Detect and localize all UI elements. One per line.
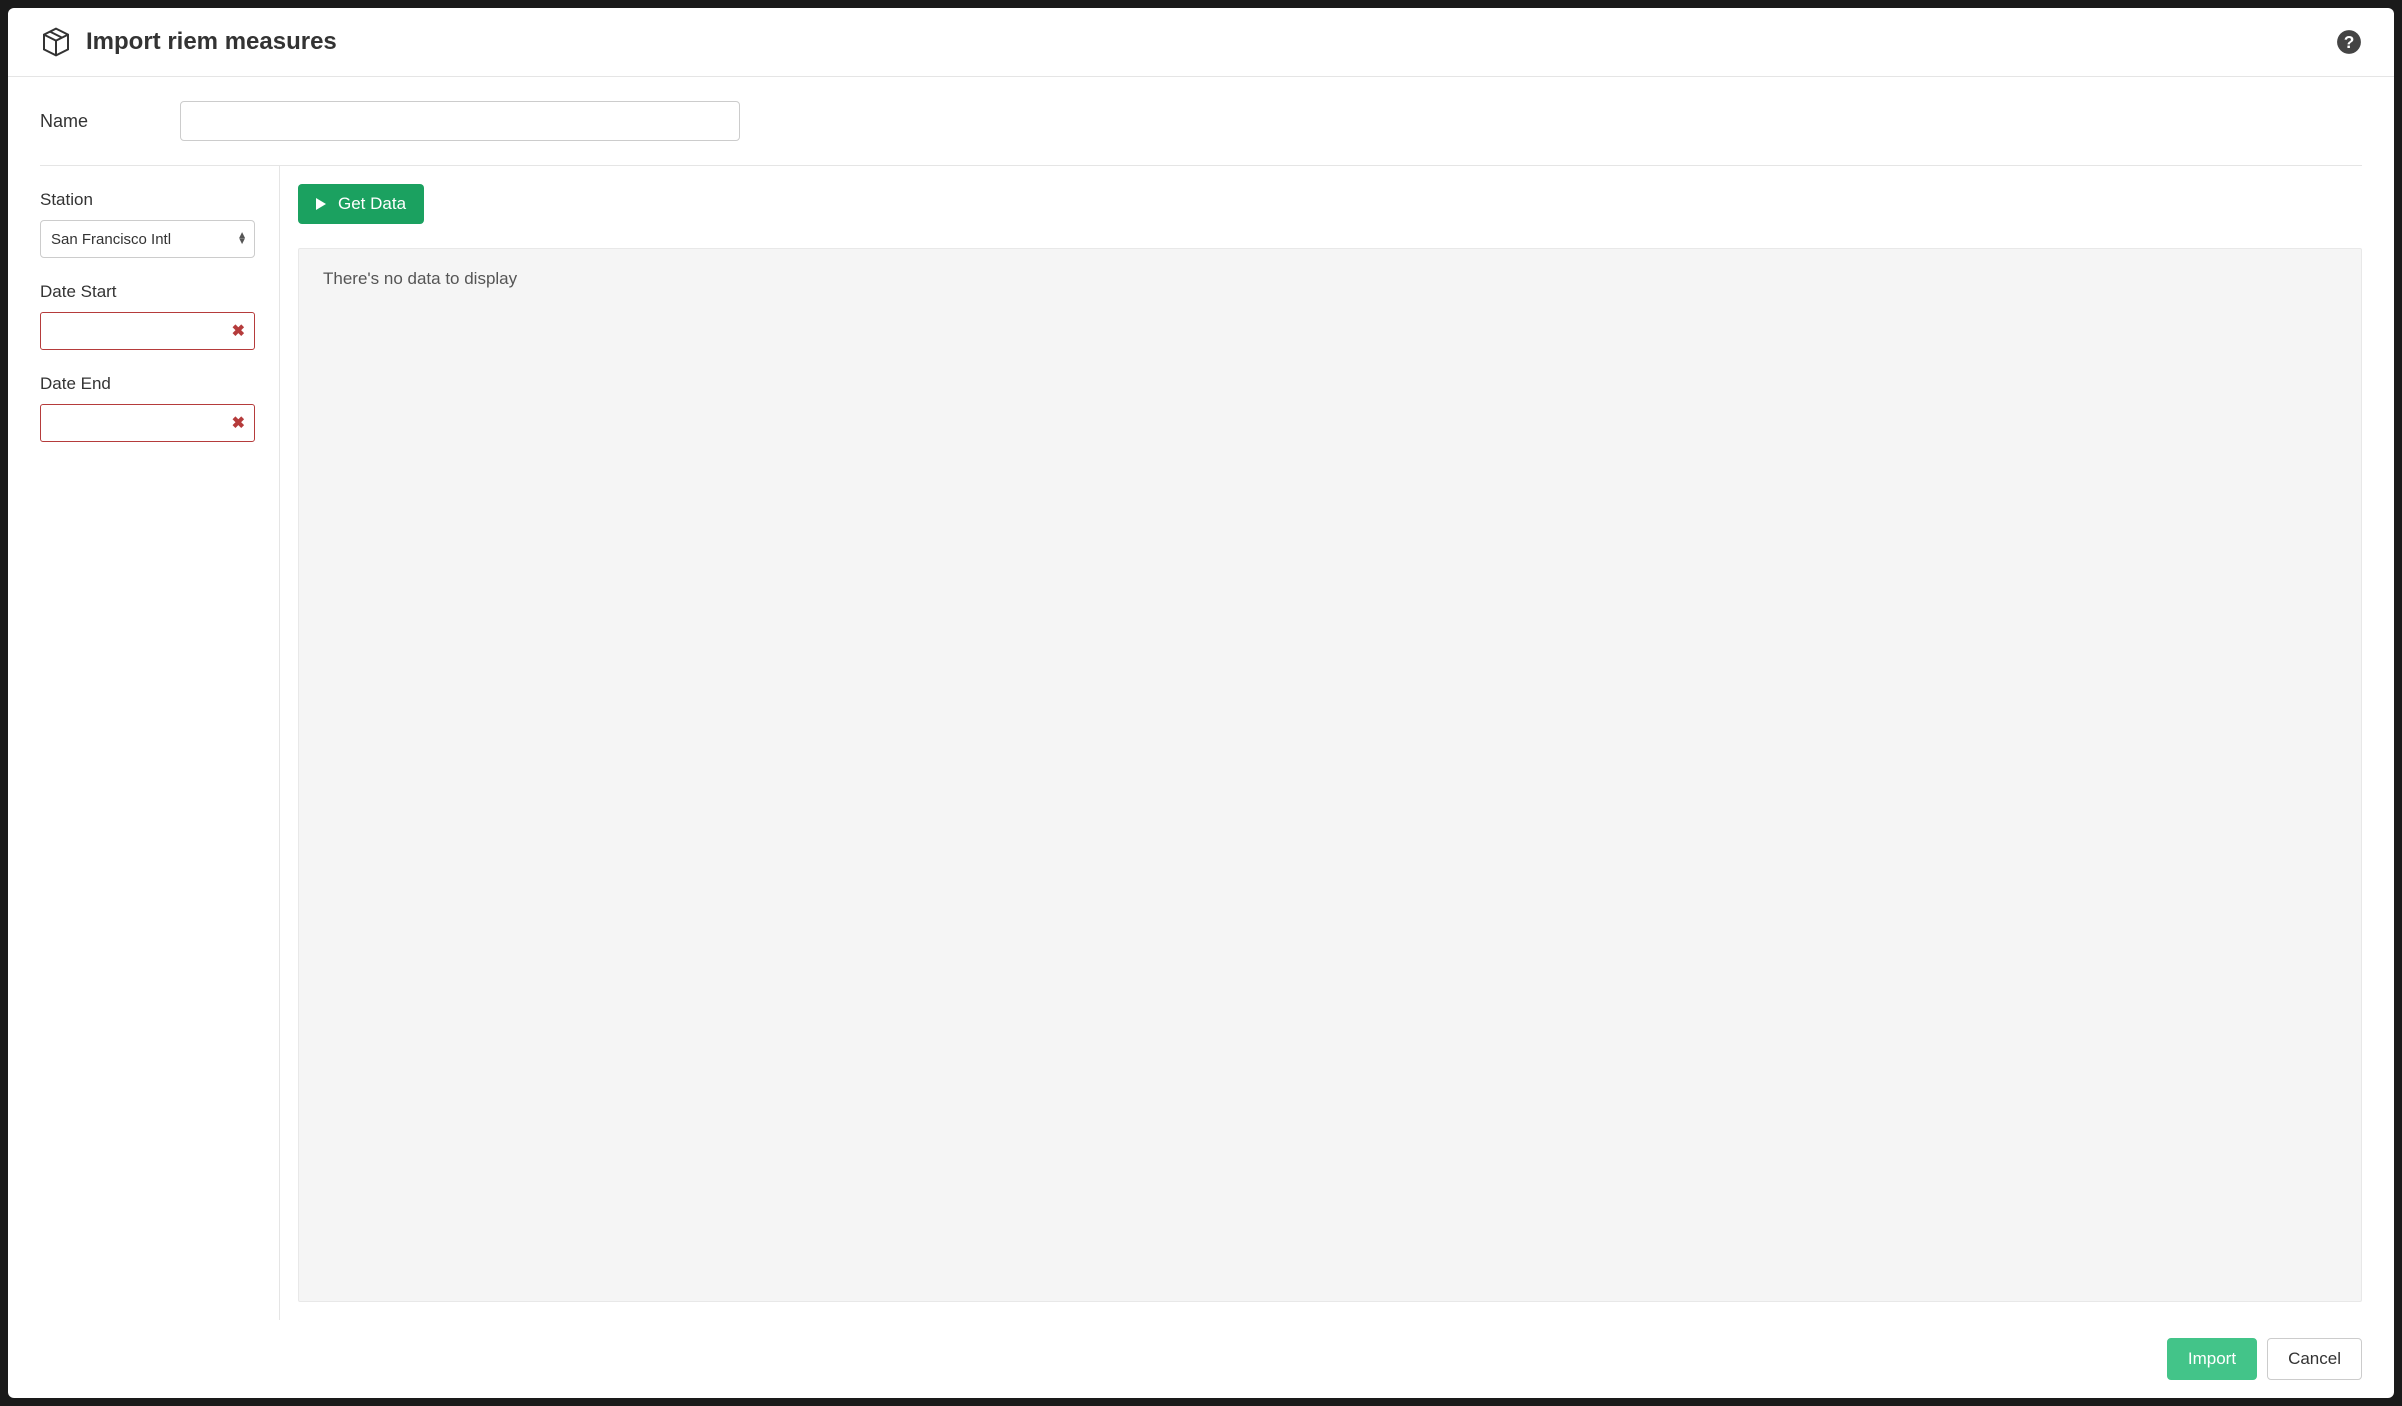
import-button[interactable]: Import	[2167, 1338, 2257, 1380]
modal-footer: Import Cancel	[8, 1320, 2394, 1398]
svg-text:?: ?	[2344, 32, 2355, 52]
date-start-field: Date Start ✖	[40, 282, 259, 350]
date-end-wrap: ✖	[40, 404, 255, 442]
date-end-input[interactable]	[40, 404, 255, 442]
date-start-input[interactable]	[40, 312, 255, 350]
play-icon	[316, 198, 326, 210]
modal-title: Import riem measures	[86, 28, 337, 56]
name-label: Name	[40, 111, 100, 132]
get-data-label: Get Data	[338, 194, 406, 214]
package-icon	[40, 26, 72, 58]
data-panel: There's no data to display	[298, 248, 2362, 1302]
import-modal: Import riem measures ? Name Station San …	[8, 8, 2394, 1398]
help-icon[interactable]: ?	[2336, 29, 2362, 55]
sidebar: Station San Francisco Intl ▲▼ Date Start…	[40, 166, 280, 1320]
date-end-label: Date End	[40, 374, 259, 394]
date-start-wrap: ✖	[40, 312, 255, 350]
get-data-button[interactable]: Get Data	[298, 184, 424, 224]
clear-date-end-icon[interactable]: ✖	[232, 413, 245, 433]
clear-date-start-icon[interactable]: ✖	[232, 321, 245, 341]
date-start-label: Date Start	[40, 282, 259, 302]
modal-header: Import riem measures ?	[8, 8, 2394, 77]
modal-body: Name Station San Francisco Intl ▲▼	[8, 77, 2394, 1320]
date-end-field: Date End ✖	[40, 374, 259, 442]
station-field: Station San Francisco Intl ▲▼	[40, 190, 259, 258]
station-select-wrap: San Francisco Intl ▲▼	[40, 220, 255, 258]
name-row: Name	[40, 77, 2362, 166]
name-input[interactable]	[180, 101, 740, 141]
station-label: Station	[40, 190, 259, 210]
empty-message: There's no data to display	[323, 269, 517, 288]
main-area: Get Data There's no data to display	[280, 166, 2362, 1320]
station-select[interactable]: San Francisco Intl	[40, 220, 255, 258]
content-row: Station San Francisco Intl ▲▼ Date Start…	[40, 166, 2362, 1320]
cancel-button[interactable]: Cancel	[2267, 1338, 2362, 1380]
modal-title-wrap: Import riem measures	[40, 26, 337, 58]
